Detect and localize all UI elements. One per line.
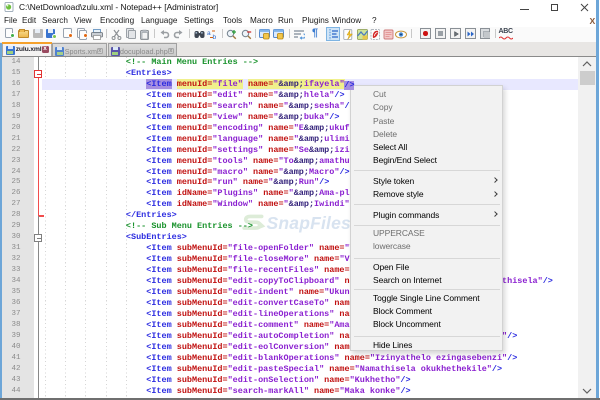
- svg-text:a: a: [207, 30, 211, 37]
- svg-text:b: b: [213, 34, 217, 40]
